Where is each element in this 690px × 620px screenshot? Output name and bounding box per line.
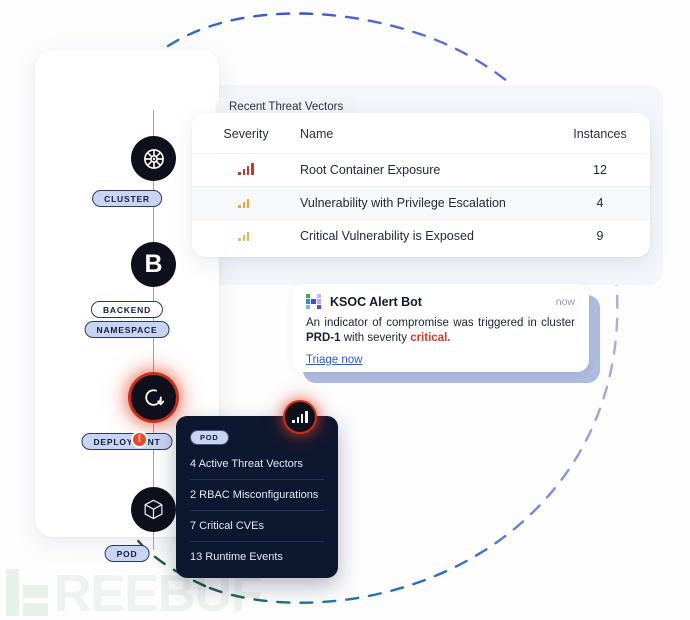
severity-bars-icon (238, 195, 253, 208)
alert-severity-value: critical. (410, 332, 451, 345)
severity-bars-icon (238, 228, 253, 242)
label-backend: BACKEND (90, 301, 164, 318)
pod-detail-row[interactable]: 7 Critical CVEs (190, 509, 324, 541)
triage-now-link[interactable]: Triage now (306, 354, 362, 366)
alert-card-header: KSOC Alert Bot now (306, 294, 575, 309)
cell-instances: 9 (550, 219, 650, 253)
column-header-name: Name (300, 127, 334, 141)
pod-detail-pill: POD (190, 430, 229, 445)
pod-detail-card: POD 4 Active Threat Vectors 2 RBAC Miscon… (176, 416, 338, 578)
node-deployment[interactable] (131, 375, 176, 420)
pod-detail-row[interactable]: 13 Runtime Events (190, 540, 324, 572)
label-deployment: DEPLOYMENT (81, 433, 173, 450)
ksoc-alert-card: KSOC Alert Bot now An indicator of compr… (292, 284, 589, 372)
alert-message-part2: with severity (340, 332, 411, 345)
table-row[interactable]: Root Container Exposure 12 (192, 153, 650, 187)
logo-tile (316, 304, 321, 309)
logo-tile (306, 294, 311, 299)
kubernetes-helm-icon (143, 148, 164, 169)
cell-severity (192, 219, 300, 253)
pod-severity-badge[interactable] (285, 402, 315, 432)
letter-b-icon: B (144, 250, 163, 278)
pod-alert-badge[interactable]: ! (131, 431, 148, 448)
logo-tile (311, 294, 316, 299)
ksoc-logo-icon (306, 294, 321, 309)
illustration-canvas: REEBUF CLUSTER B BACKEND NAMESPACE DEPLO… (0, 0, 690, 620)
pod-detail-row[interactable]: 4 Active Threat Vectors (190, 445, 324, 479)
cell-instances: 12 (550, 153, 650, 187)
cell-instances: 4 (550, 186, 650, 220)
alert-message: An indicator of compromise was triggered… (306, 316, 575, 347)
threat-vectors-table: Severity Name Instances Root Container E… (192, 113, 650, 253)
logo-tile (306, 304, 311, 309)
cube-icon (144, 499, 163, 520)
node-cluster[interactable] (131, 136, 176, 181)
table-row[interactable]: Critical Vulnerability is Exposed 9 (192, 219, 650, 253)
logo-tile (306, 299, 311, 304)
recent-threat-vectors-card: Severity Name Instances Root Container E… (192, 113, 650, 257)
cell-severity (192, 153, 300, 187)
signal-bars-icon (292, 410, 308, 423)
alert-cluster-name: PRD-1 (306, 332, 341, 345)
column-header-severity: Severity (223, 127, 269, 141)
cell-name: Critical Vulnerability is Exposed (300, 219, 550, 253)
cell-name: Vulnerability with Privilege Escalation (300, 186, 550, 220)
table-row[interactable]: Vulnerability with Privilege Escalation 4 (192, 186, 650, 220)
label-pod: POD (104, 545, 150, 562)
cell-severity (192, 186, 300, 220)
logo-tile (316, 294, 321, 299)
rotate-arrow-icon (145, 389, 165, 406)
pod-detail-row[interactable]: 2 RBAC Misconfigurations (190, 478, 324, 510)
alert-timestamp: now (555, 295, 575, 308)
cell-name: Root Container Exposure (300, 153, 550, 187)
label-namespace: NAMESPACE (84, 321, 170, 338)
column-header-instances: Instances (573, 127, 627, 141)
label-cluster: CLUSTER (92, 190, 162, 207)
logo-tile (316, 299, 321, 304)
alert-bot-title: KSOC Alert Bot (330, 294, 422, 309)
node-backend[interactable]: B (131, 242, 176, 287)
logo-tile (311, 304, 316, 309)
severity-bars-icon (238, 162, 254, 175)
alert-message-part1: An indicator of compromise was triggered… (306, 317, 575, 329)
table-header-row: Severity Name Instances (192, 113, 650, 154)
node-pod[interactable] (131, 487, 176, 532)
logo-tile (311, 299, 316, 304)
